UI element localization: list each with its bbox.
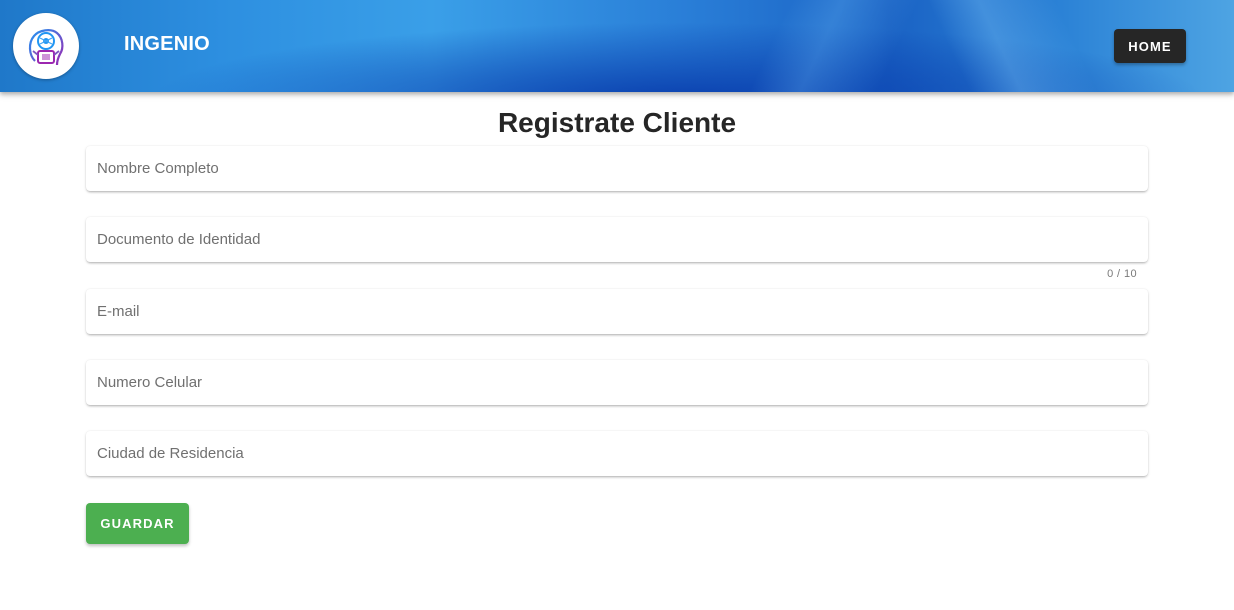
email-field[interactable]	[86, 289, 1148, 334]
app-bar: INGENIO HOME	[0, 0, 1234, 92]
home-button[interactable]: HOME	[1114, 29, 1186, 63]
save-button[interactable]: GUARDAR	[86, 503, 189, 544]
character-counter: 0 / 10	[1107, 268, 1137, 280]
city-field[interactable]	[86, 431, 1148, 476]
id-document-input[interactable]	[86, 217, 1148, 262]
city-input[interactable]	[86, 431, 1148, 476]
email-input[interactable]	[86, 289, 1148, 334]
full-name-input[interactable]	[86, 146, 1148, 191]
brand-title: INGENIO	[124, 33, 210, 55]
phone-field[interactable]	[86, 360, 1148, 405]
id-document-field[interactable]	[86, 217, 1148, 262]
phone-input[interactable]	[86, 360, 1148, 405]
full-name-field[interactable]	[86, 146, 1148, 191]
page-title: Registrate Cliente	[497, 107, 737, 138]
ai-head-icon	[28, 29, 64, 66]
logo[interactable]	[13, 13, 79, 79]
